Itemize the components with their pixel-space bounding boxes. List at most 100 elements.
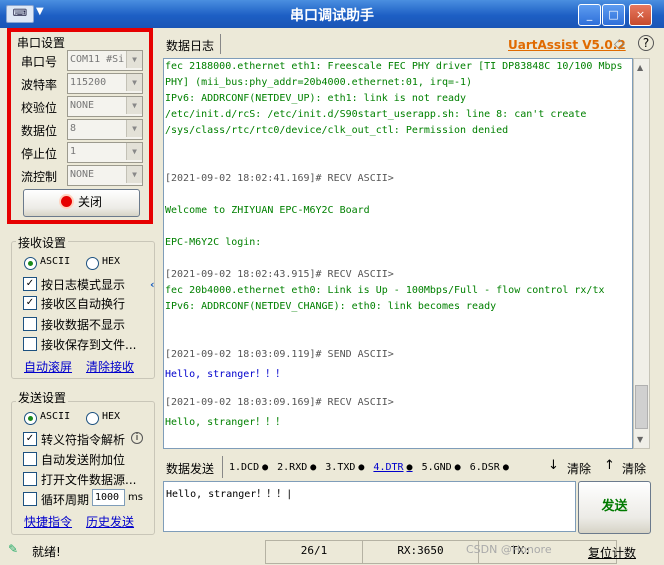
rx-counter: RX:3650 — [362, 540, 479, 564]
stopbits-label: 停止位 — [21, 147, 58, 161]
collapse-arrow-icon[interactable]: ‹ — [150, 278, 155, 291]
send-ascii-label: ASCII — [40, 411, 71, 422]
clear-receive-link[interactable]: 清除接收 — [86, 358, 134, 375]
recv-option-0-checkbox[interactable]: ✓ — [23, 277, 37, 291]
send-option-0-checkbox[interactable]: ✓ — [23, 432, 37, 446]
send-option-2-checkbox[interactable] — [23, 472, 37, 486]
parity-select[interactable]: NONE ▼ — [67, 96, 143, 117]
send-history-link[interactable]: 历史发送 — [86, 513, 134, 530]
brand-link[interactable]: UartAssist V5.0.2 — [508, 38, 626, 52]
close-port-button[interactable]: 关闭 — [23, 189, 140, 217]
scroll-down-arrow-icon[interactable]: ▼ — [637, 435, 643, 444]
log-line: PHY] (mii_bus:phy_addr=20b4000.ethernet:… — [165, 77, 473, 88]
send-option-0-label: 转义符指令解析 — [41, 433, 126, 447]
log-line: IPv6: ADDRCONF(NETDEV_CHANGE): eth0: lin… — [165, 301, 497, 312]
tab-divider — [220, 34, 221, 54]
log-line: [2021-09-02 18:02:41.169]# RECV ASCII> — [165, 173, 394, 184]
signal-6-dsr: 6.DSR ● — [470, 462, 509, 473]
signal-1-dcd: 1.DCD ● — [229, 462, 268, 473]
recv-option-0-label: 按日志模式显示 — [41, 278, 126, 292]
parity-label: 校验位 — [21, 101, 58, 115]
signal-dot-icon: ● — [502, 462, 509, 473]
signal-label: 1.DCD — [229, 462, 260, 473]
send-option-1-checkbox[interactable] — [23, 452, 37, 466]
sendbar-divider — [222, 456, 223, 478]
chevron-down-icon: ▼ — [126, 120, 142, 137]
recv-ascii-radio[interactable] — [24, 257, 37, 270]
clear-down-icon: ↓ — [548, 458, 559, 473]
send-input[interactable]: Hello, stranger！！！| — [163, 481, 576, 532]
flowctrl-select[interactable]: NONE ▼ — [67, 165, 143, 186]
port-select[interactable]: COM11 #Si ▼ — [67, 50, 143, 71]
clear-button-2[interactable]: 清除 — [622, 460, 646, 477]
signal-label: 5.GND — [421, 462, 452, 473]
reset-counter-link[interactable]: 复位计数 — [588, 544, 636, 561]
signal-dot-icon: ● — [262, 462, 269, 473]
chevron-down-icon: ▼ — [126, 97, 142, 114]
log-line: Hello, stranger！！！ — [165, 417, 286, 428]
recv-hex-radio[interactable] — [86, 257, 99, 270]
shortcut-commands-link[interactable]: 快捷指令 — [24, 513, 72, 530]
log-scrollbar[interactable]: ▲ ▼ — [633, 58, 650, 449]
serial-settings-panel: 串口设置 串口号 COM11 #Si ▼ 波特率 115200 ▼ 校验位 NONE… — [11, 32, 149, 220]
send-option-1-label: 自动发送附加位 — [41, 453, 126, 467]
auto-scroll-link[interactable]: 自动滚屏 — [24, 358, 72, 375]
stopbits-select[interactable]: 1 ▼ — [67, 142, 143, 163]
info-icon[interactable]: i — [131, 432, 143, 444]
receive-log[interactable]: fec 2188000.ethernet eth1: Freescale FEC… — [163, 58, 633, 449]
recv-option-2-label: 接收数据不显示 — [41, 318, 126, 332]
send-option-3-checkbox[interactable] — [23, 492, 37, 506]
stopbits-value: 1 — [70, 146, 77, 157]
log-scroll-thumb[interactable] — [635, 385, 648, 429]
log-line: [2021-09-02 18:03:09.169]# RECV ASCII> — [165, 397, 394, 408]
diamond-icon[interactable]: ◇ — [614, 36, 625, 52]
signal-label: 6.DSR — [469, 462, 500, 473]
chevron-down-icon: ▼ — [126, 166, 142, 183]
scroll-up-arrow-icon[interactable]: ▲ — [637, 63, 643, 72]
page-counter: 26/1 — [265, 540, 363, 564]
minimize-button[interactable]: _ — [578, 4, 601, 26]
signal-label: 2.RXD — [277, 462, 308, 473]
close-window-button[interactable]: × — [629, 4, 652, 26]
flowctrl-label: 流控制 — [21, 170, 58, 184]
watermark: CSDN @Honore — [466, 543, 552, 556]
log-line: fec 20b4000.ethernet eth0: Link is Up - … — [165, 285, 605, 296]
clear-button-1[interactable]: 清除 — [567, 460, 591, 477]
databits-label: 数据位 — [21, 124, 58, 138]
recv-option-1-checkbox[interactable]: ✓ — [23, 296, 37, 310]
signal-2-rxd: 2.RXD ● — [277, 462, 316, 473]
status-icon: ✎ — [8, 542, 19, 556]
title-bar: ⌨ ▼ 串口调试助手 _ □ × — [0, 0, 664, 28]
tab-data-send[interactable]: 数据发送 — [166, 460, 214, 477]
port-label: 串口号 — [21, 55, 58, 69]
send-settings-title: 发送设置 — [16, 389, 69, 406]
status-text: 就绪! — [32, 545, 61, 559]
signal-label: 3.TXD — [325, 462, 356, 473]
send-hex-radio[interactable] — [86, 412, 99, 425]
log-line: IPv6: ADDRCONF(NETDEV_UP): eth1: link is… — [165, 93, 467, 104]
help-icon[interactable]: ? — [638, 35, 654, 51]
signal-indicators: 1.DCD ● 2.RXD ● 3.TXD ● 4.DTR ● 5.GND ● 6.DSR ● — [229, 462, 518, 476]
recv-option-3-checkbox[interactable] — [23, 337, 37, 351]
recv-option-3-label: 接收保存到文件... — [41, 338, 137, 352]
period-input[interactable]: 1000 — [92, 489, 125, 506]
baud-label: 波特率 — [21, 78, 58, 92]
databits-select[interactable]: 8 ▼ — [67, 119, 143, 140]
port-value: COM11 #Si — [70, 54, 125, 65]
chevron-down-icon: ▼ — [126, 51, 142, 68]
send-button[interactable]: 发送 — [578, 481, 651, 534]
maximize-button[interactable]: □ — [602, 4, 625, 26]
recv-option-1-label: 接收区自动换行 — [41, 297, 126, 311]
recv-option-2-checkbox[interactable] — [23, 317, 37, 331]
recv-ascii-label: ASCII — [40, 256, 71, 267]
baud-select[interactable]: 115200 ▼ — [67, 73, 143, 94]
close-port-label: 关闭 — [77, 195, 102, 209]
log-line: Hello, stranger！！！ — [165, 369, 286, 380]
window-title: 串口调试助手 — [290, 8, 374, 24]
flowctrl-value: NONE — [70, 169, 95, 180]
recv-hex-label: HEX — [102, 256, 121, 267]
log-line: EPC-M6Y2C login: — [165, 237, 262, 248]
send-ascii-radio[interactable] — [24, 412, 37, 425]
signal-4-dtr[interactable]: 4.DTR ● — [373, 462, 412, 473]
tab-data-log[interactable]: 数据日志 — [166, 37, 214, 54]
